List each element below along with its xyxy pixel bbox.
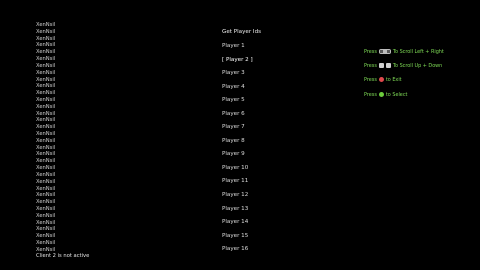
b-button-icon — [378, 77, 384, 83]
player-list-item[interactable]: Player 12 — [222, 192, 253, 206]
help-row: Press to Select — [364, 91, 444, 106]
log-line: XenNsil — [36, 22, 56, 28]
log-line: XenNsil — [36, 144, 56, 151]
log-line: XenNsil — [36, 185, 56, 192]
log-line: XenNsil — [36, 69, 56, 76]
player-list-item[interactable]: [ Player 2 ] — [222, 57, 253, 71]
player-list-item[interactable]: Player 5 — [222, 97, 253, 111]
help-row: Press To Scroll Left + Right — [364, 49, 444, 63]
log-line: XenNsil — [36, 124, 56, 131]
help-prefix: Press — [364, 91, 377, 98]
log-line: XenNsil — [36, 219, 56, 226]
log-line: XenNsil — [36, 178, 56, 185]
player-list-item[interactable]: Player 4 — [222, 84, 253, 98]
log-line: XenNsil — [36, 35, 56, 42]
player-list-item[interactable]: Player 7 — [222, 124, 253, 138]
log-line: XenNsil — [36, 171, 56, 178]
help-text: to Exit — [385, 77, 402, 84]
log-line: XenNsil — [36, 117, 56, 124]
log-line: XenNsil — [36, 212, 56, 219]
log-line: XenNsil — [36, 158, 56, 165]
log-line: XenNsil — [36, 49, 56, 56]
player-list[interactable]: Player 1[ Player 2 ] Player 3 Player 4 Play… — [222, 43, 253, 260]
log-line: XenNsil — [36, 205, 56, 212]
player-list-item[interactable]: Player 8 — [222, 138, 253, 152]
player-list-item[interactable]: Player 13 — [222, 206, 253, 220]
player-list-item[interactable]: Player 3 — [222, 70, 253, 84]
help-row: Press to Exit — [364, 77, 444, 91]
log-line: XenNsil — [36, 137, 56, 144]
log-line: XenNsil — [36, 62, 56, 69]
player-list-item[interactable]: Player 6 — [222, 111, 253, 125]
player-list-title: Get Player Ids — [222, 29, 262, 35]
log-line: XenNsil — [36, 96, 56, 103]
log-line: XenNsil — [36, 110, 56, 117]
player-list-item[interactable]: Player 10 — [222, 165, 253, 179]
player-list-item[interactable]: Player 11 — [222, 178, 253, 192]
log-line: XenNsil — [36, 240, 56, 246]
dpad-left-right-icon — [378, 49, 391, 54]
help-row: Press To Scroll Up + Down — [364, 63, 444, 77]
log-line: XenNsil — [36, 76, 56, 83]
player-list-item[interactable]: Player 14 — [222, 219, 253, 233]
log-line: XenNsil — [36, 131, 56, 137]
help-prefix: Press — [364, 77, 377, 84]
help-prefix: Press — [364, 63, 377, 70]
log-line: XenNsil — [36, 226, 56, 233]
log-line: XenNsil — [36, 233, 56, 240]
help-prefix: Press — [364, 49, 377, 55]
player-list-item[interactable]: Player 15 — [222, 233, 253, 247]
help-text: To Scroll Up + Down — [392, 63, 443, 70]
log-line: XenNsil — [36, 192, 56, 199]
log-line: XenNsil — [36, 90, 56, 97]
player-list-item[interactable]: Player 1 — [222, 43, 253, 57]
player-list-item[interactable]: Player 9 — [222, 151, 253, 165]
dpad-up-down-icon — [378, 63, 391, 69]
controls-help: Press To Scroll Left + Right Press To Scrol… — [364, 49, 444, 106]
log-line: XenNsil — [36, 56, 56, 63]
log-line: XenNsil — [36, 165, 56, 172]
client-status: Client 2 is not active — [36, 253, 90, 259]
log-line: XenNsil — [36, 199, 56, 206]
a-button-icon — [378, 91, 384, 97]
log-line: XenNsil — [36, 42, 56, 49]
help-text: to Select — [385, 91, 408, 98]
log-line: XenNsil — [36, 83, 56, 90]
debug-log: XenNsil XenNsil XenNsil XenNsil XenNsil XenNs… — [36, 22, 156, 254]
help-text: To Scroll Left + Right — [392, 49, 444, 55]
log-line: XenNsil — [36, 151, 56, 158]
log-line: XenNsil — [36, 103, 56, 110]
player-list-item[interactable]: Player 16 — [222, 246, 253, 260]
log-line: XenNsil — [36, 28, 56, 35]
